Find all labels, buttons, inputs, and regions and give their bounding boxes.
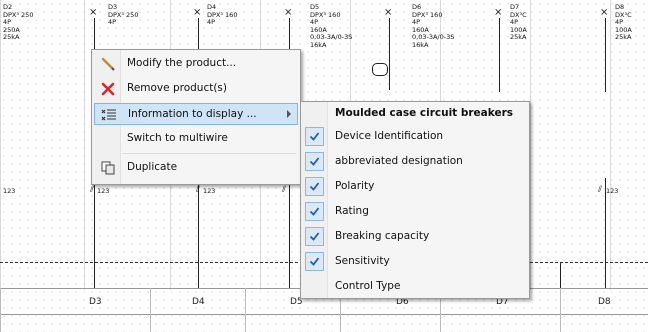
information-to-display-menu-item[interactable]: Information to display ...	[94, 103, 298, 125]
breaker-symbol-icon[interactable]: ⨯	[89, 8, 97, 18]
submenu-item-label: Rating	[335, 205, 369, 217]
duplicate-icon	[100, 160, 116, 176]
pencil-icon	[100, 56, 116, 72]
circuit-line	[198, 178, 199, 288]
submenu-item-label: Device Identification	[335, 130, 444, 142]
circuit-line	[605, 18, 606, 92]
circuit-number: 123	[97, 187, 110, 195]
check-icon	[305, 227, 324, 246]
red-x-icon	[100, 81, 116, 97]
column-separator	[84, 0, 85, 290]
breaker-symbol-icon[interactable]: ⨯	[384, 8, 392, 18]
submenu-header: Moulded case circuit breakers	[335, 107, 514, 119]
submenu-item-control-type[interactable]: Control Type	[303, 275, 527, 299]
submenu-arrow-icon	[287, 110, 291, 118]
column-separator	[610, 0, 611, 290]
list-settings-icon	[101, 107, 117, 123]
check-icon	[305, 252, 324, 271]
circuit-line	[605, 178, 606, 288]
menu-separator	[122, 153, 296, 154]
submenu-item-label: abbreviated designation	[335, 155, 463, 167]
device-annotation-d2[interactable]: D2 DPX³ 250 4P 250A 25kA	[3, 3, 33, 42]
device-label-cell[interactable]: D8	[598, 297, 611, 307]
submenu-item-sensitivity[interactable]: Sensitivity	[303, 250, 527, 274]
device-annotation-d3[interactable]: D3 DPX³ 250 4P	[108, 3, 138, 27]
device-annotation-d6[interactable]: D6 DPX³ 160 4P 160A 0,03-3A/0-3S 16kA	[412, 3, 454, 49]
circuit-number: 123	[606, 187, 619, 195]
hatch-icon: ⫽	[282, 185, 287, 195]
modify-product-menu-item[interactable]: Modify the product...	[94, 53, 298, 75]
table-border	[0, 314, 648, 315]
breaker-symbol-icon[interactable]: ⨯	[494, 8, 502, 18]
device-label-cell[interactable]: D3	[89, 297, 102, 307]
duplicate-menu-item[interactable]: Duplicate	[94, 157, 298, 179]
table-divider	[0, 288, 1, 332]
relay-symbol-icon	[372, 63, 388, 76]
circuit-number: 123	[3, 187, 16, 195]
submenu-item-device-identification[interactable]: Device Identification	[303, 125, 527, 149]
check-icon	[305, 177, 324, 196]
circuit-line	[499, 18, 500, 92]
hatch-icon: ⫽	[598, 185, 603, 195]
submenu-item-label: Polarity	[335, 180, 375, 192]
column-separator	[530, 0, 531, 290]
circuit-line	[94, 178, 95, 288]
breaker-symbol-icon[interactable]: ⨯	[600, 8, 608, 18]
check-icon	[305, 202, 324, 221]
device-annotation-d4[interactable]: D4 DPX³ 160 4P	[207, 3, 237, 27]
device-annotation-d8[interactable]: D8 DX³C 4P 100A 25kA	[615, 3, 632, 42]
device-annotation-d5[interactable]: D5 DPX³ 160 4P 160A 0,03-3A/0-3S 16kA	[310, 3, 352, 49]
table-divider	[560, 288, 561, 332]
menu-item-label: Remove product(s)	[127, 82, 227, 94]
submenu-item-label: Control Type	[335, 280, 401, 292]
remove-product-menu-item[interactable]: Remove product(s)	[94, 78, 298, 100]
display-info-submenu: Moulded case circuit breakers Device Ide…	[300, 101, 530, 299]
table-divider	[150, 288, 151, 332]
menu-item-label: Switch to multiwire	[127, 132, 228, 144]
breaker-symbol-icon[interactable]: ⨯	[193, 8, 201, 18]
column-separator	[0, 0, 1, 290]
submenu-item-breaking-capacity[interactable]: Breaking capacity	[303, 225, 527, 249]
submenu-item-rating[interactable]: Rating	[303, 200, 527, 224]
device-annotation-d7[interactable]: D7 DX³C 4P 100A 25kA	[510, 3, 527, 42]
switch-to-multiwire-menu-item[interactable]: Switch to multiwire	[94, 128, 298, 150]
menu-item-label: Modify the product...	[127, 57, 237, 69]
table-divider	[245, 288, 246, 332]
submenu-item-polarity[interactable]: Polarity	[303, 175, 527, 199]
check-icon	[305, 152, 324, 171]
breaker-symbol-icon[interactable]: ⨯	[284, 8, 292, 18]
circuit-number: 123	[203, 187, 216, 195]
circuit-line	[289, 178, 290, 288]
check-icon	[305, 127, 324, 146]
circuit-line	[389, 18, 390, 90]
menu-item-label: Duplicate	[127, 161, 178, 173]
device-label-cell[interactable]: D4	[192, 297, 205, 307]
circuit-line	[560, 262, 561, 288]
submenu-item-abbreviated-designation[interactable]: abbreviated designation	[303, 150, 527, 174]
menu-item-label: Information to display ...	[128, 108, 257, 120]
submenu-item-label: Sensitivity	[335, 255, 390, 267]
submenu-item-label: Breaking capacity	[335, 230, 430, 242]
context-menu: Modify the product... Remove product(s) …	[91, 49, 301, 185]
